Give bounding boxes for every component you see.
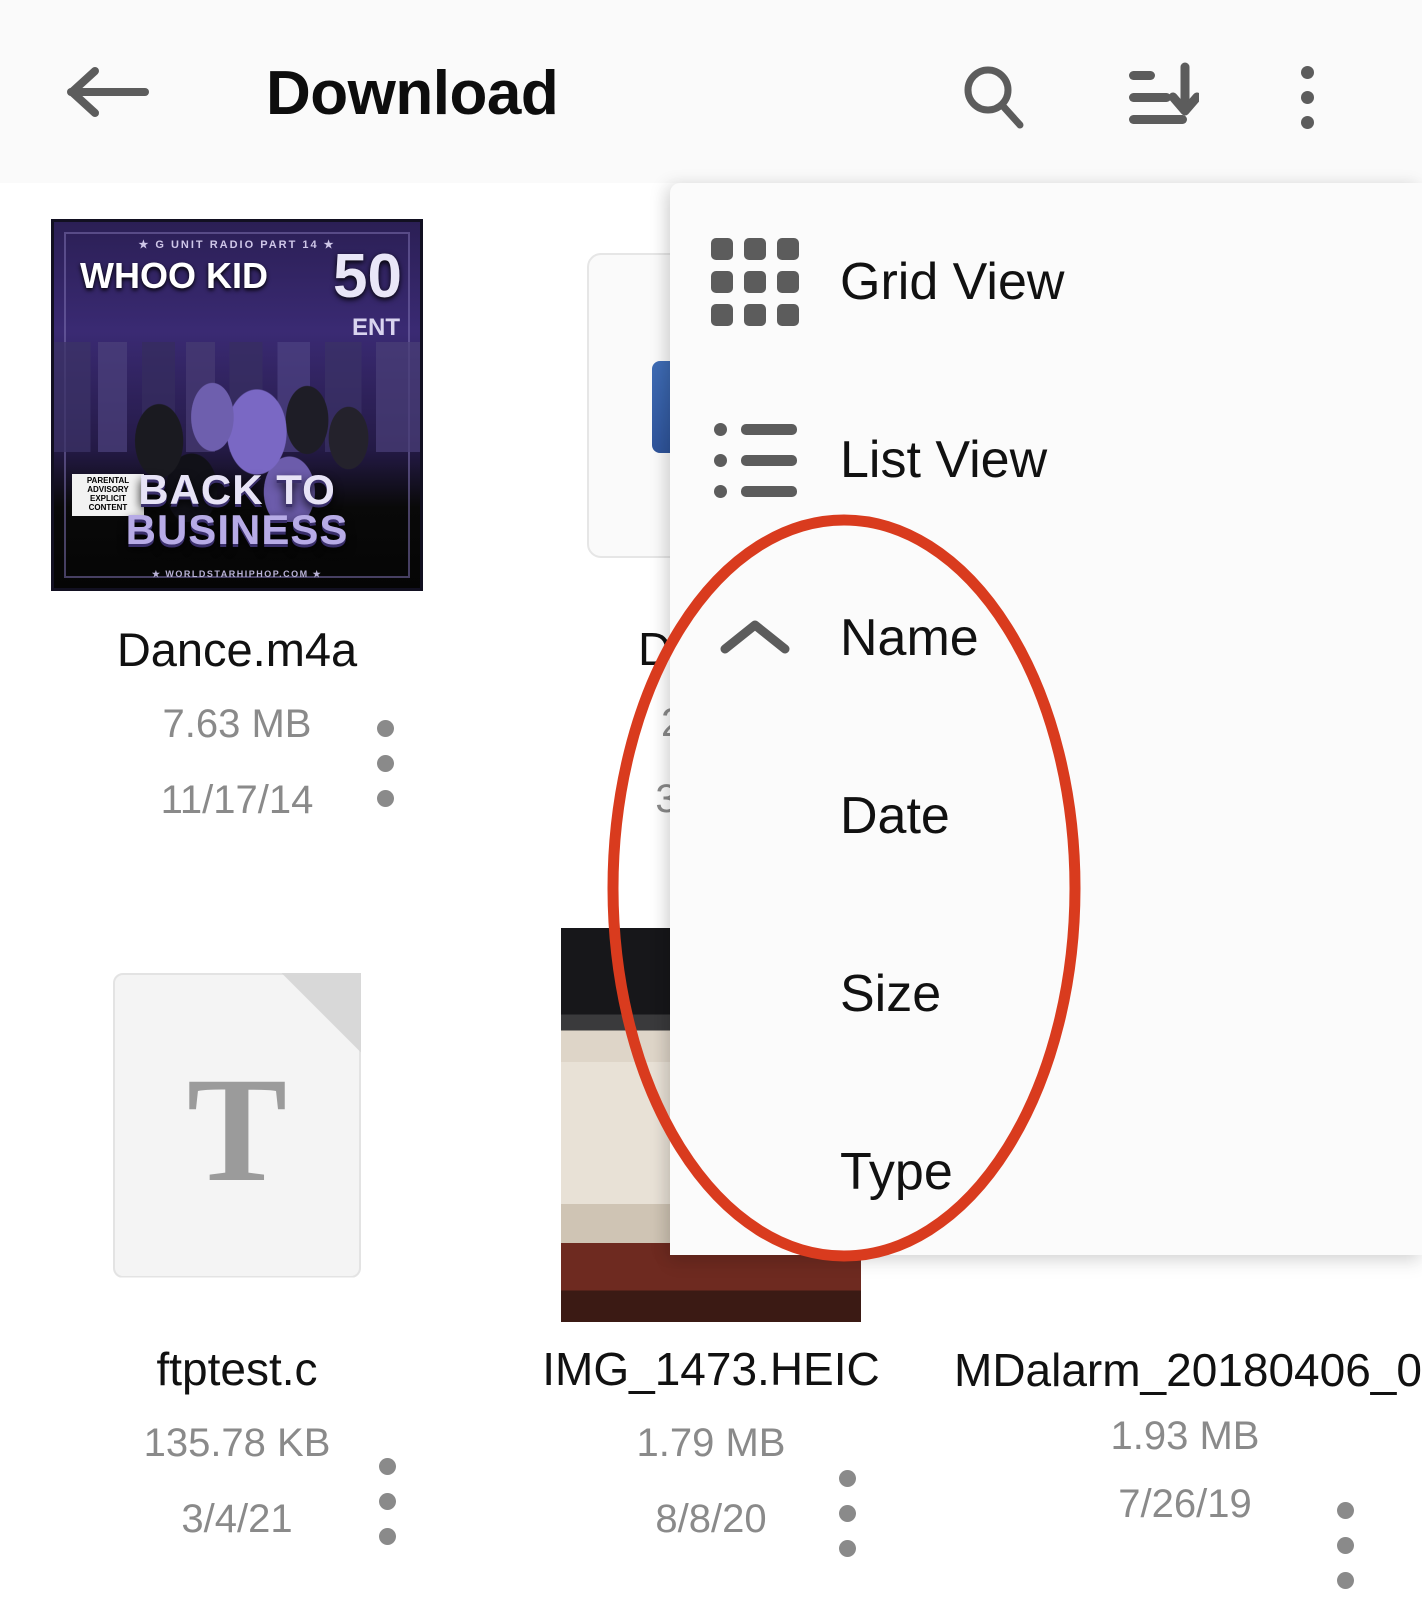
text-file-icon: T xyxy=(113,972,361,1278)
search-icon xyxy=(964,66,1024,129)
file-size: 1.93 MB xyxy=(1110,1414,1260,1459)
arrow-left-icon xyxy=(67,67,149,117)
file-options-button[interactable] xyxy=(1337,1502,1354,1589)
album-title: BACK TO BUSINESS xyxy=(125,466,349,554)
file-thumbnail: T xyxy=(0,925,474,1325)
file-name: ftptest.c xyxy=(156,1343,318,1395)
file-item[interactable]: T ftptest.c 135.78 KB 3/4/21 xyxy=(0,903,474,1619)
file-options-button[interactable] xyxy=(839,1470,856,1557)
overflow-menu-button[interactable] xyxy=(1268,58,1346,136)
album-artist-right: 50 xyxy=(333,242,402,311)
menu-item-label: Date xyxy=(840,787,950,845)
list-view-icon xyxy=(670,422,840,498)
back-button[interactable] xyxy=(62,62,154,122)
file-size: 135.78 KB xyxy=(143,1420,331,1465)
file-thumbnail: ★ G UNIT RADIO PART 14 ★ WHOO KID 50 ENT… xyxy=(0,205,474,605)
file-options-button[interactable] xyxy=(379,1458,396,1545)
file-size: 7.63 MB xyxy=(162,702,312,747)
album-artist-left: WHOO KID xyxy=(80,255,268,296)
search-button[interactable] xyxy=(954,58,1032,136)
menu-item-label: Name xyxy=(840,609,979,667)
menu-item-label: Size xyxy=(840,965,942,1023)
more-vertical-icon xyxy=(1300,65,1314,129)
menu-item-sort-name[interactable]: Name xyxy=(670,549,1422,727)
file-date: 11/17/14 xyxy=(160,778,314,823)
menu-item-list-view[interactable]: List View xyxy=(670,371,1422,549)
app-bar: Download xyxy=(0,0,1422,183)
menu-item-sort-date[interactable]: Date xyxy=(670,727,1422,905)
file-options-button[interactable] xyxy=(377,720,394,807)
album-art-thumbnail: ★ G UNIT RADIO PART 14 ★ WHOO KID 50 ENT… xyxy=(51,219,423,591)
menu-item-sort-type[interactable]: Type xyxy=(670,1083,1422,1261)
menu-item-label: Grid View xyxy=(840,253,1065,311)
file-item[interactable]: ★ G UNIT RADIO PART 14 ★ WHOO KID 50 ENT… xyxy=(0,183,474,903)
menu-item-grid-view[interactable]: Grid View xyxy=(670,193,1422,371)
file-date: 8/8/20 xyxy=(655,1496,767,1541)
file-name: Dance.m4a xyxy=(116,623,358,676)
menu-item-label: List View xyxy=(840,431,1048,489)
text-file-glyph: T xyxy=(186,1047,288,1213)
chevron-up-icon xyxy=(670,613,840,663)
album-artist-right-sub: ENT xyxy=(352,314,400,341)
grid-view-icon xyxy=(670,238,840,326)
menu-item-sort-size[interactable]: Size xyxy=(670,905,1422,1083)
album-footer: ★ WORLDSTARHIPHOP.COM ★ xyxy=(151,569,323,579)
file-manager-screen: Download ★ G UNIT RADIO PART 14 ★ WHOO K… xyxy=(0,0,1422,1619)
view-sort-dropdown-menu: Grid View List View Name Date Size Type xyxy=(670,183,1422,1255)
file-date: 3/4/21 xyxy=(181,1496,293,1541)
menu-item-label: Type xyxy=(840,1143,953,1201)
file-name: MDalarm_20180406_093935.a xyxy=(954,1344,1422,1396)
sort-button[interactable] xyxy=(1122,58,1200,136)
page-title: Download xyxy=(266,59,559,128)
file-name: IMG_1473.HEIC xyxy=(542,1343,880,1395)
file-size: 1.79 MB xyxy=(636,1420,786,1465)
sort-descending-icon xyxy=(1129,62,1199,124)
